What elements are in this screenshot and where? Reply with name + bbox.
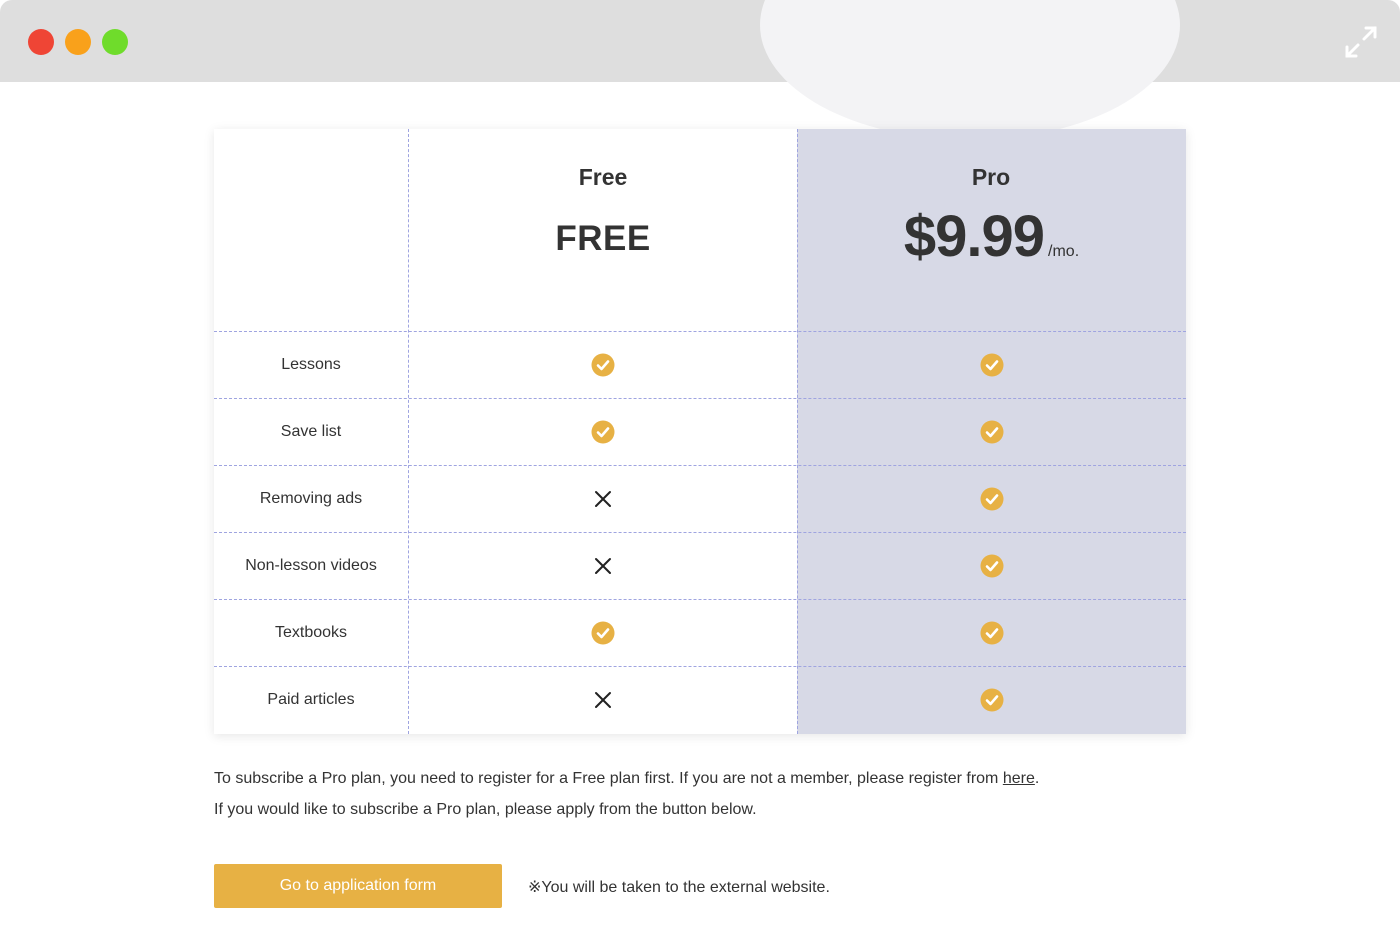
- check-icon: [591, 420, 615, 444]
- check-icon: [980, 688, 1004, 712]
- cross-icon: [591, 487, 615, 511]
- registration-note: To subscribe a Pro plan, you need to reg…: [214, 770, 1039, 788]
- row-divider: [214, 465, 1186, 466]
- pricing-table: Free Pro FREE $9.99/mo. Lessons Save list…: [214, 129, 1186, 734]
- check-icon: [980, 353, 1004, 377]
- application-form-button[interactable]: Go to application form: [214, 864, 502, 908]
- feature-label: Lessons: [281, 355, 341, 373]
- free-plan-price: FREE: [555, 219, 651, 258]
- check-icon: [591, 353, 615, 377]
- feature-label: Paid articles: [267, 690, 355, 708]
- row-divider: [214, 331, 1186, 332]
- check-icon: [980, 621, 1004, 645]
- feature-label: Removing ads: [259, 489, 363, 507]
- expand-arrows-icon[interactable]: [1344, 25, 1378, 59]
- row-divider: [214, 599, 1186, 600]
- pro-plan-price: $9.99/mo.: [797, 203, 1186, 270]
- cross-icon: [591, 688, 615, 712]
- pro-plan-name: Pro: [971, 164, 1011, 190]
- check-icon: [980, 487, 1004, 511]
- registration-note-text: To subscribe a Pro plan, you need to reg…: [214, 770, 1003, 787]
- external-website-note: ※You will be taken to the external websi…: [528, 879, 830, 896]
- row-divider: [214, 666, 1186, 667]
- check-icon: [591, 621, 615, 645]
- row-divider: [214, 532, 1186, 533]
- close-window-button[interactable]: [28, 29, 54, 55]
- background-decoration: [760, 0, 1180, 140]
- maximize-window-button[interactable]: [102, 29, 128, 55]
- feature-label: Textbooks: [274, 623, 348, 641]
- pro-price-period: /mo.: [1048, 243, 1080, 260]
- feature-label: Non-lesson videos: [245, 556, 377, 574]
- cross-icon: [591, 554, 615, 578]
- minimize-window-button[interactable]: [65, 29, 91, 55]
- feature-label: Save list: [280, 422, 342, 440]
- registration-note-end: .: [1034, 770, 1040, 787]
- free-plan-name: Free: [578, 164, 628, 190]
- window-titlebar: [0, 0, 1400, 82]
- register-here-link[interactable]: here: [1003, 770, 1035, 787]
- check-icon: [980, 554, 1004, 578]
- row-divider: [214, 398, 1186, 399]
- apply-note: If you would like to subscribe a Pro pla…: [214, 801, 757, 818]
- pro-price-amount: $9.99: [903, 204, 1045, 269]
- check-icon: [980, 420, 1004, 444]
